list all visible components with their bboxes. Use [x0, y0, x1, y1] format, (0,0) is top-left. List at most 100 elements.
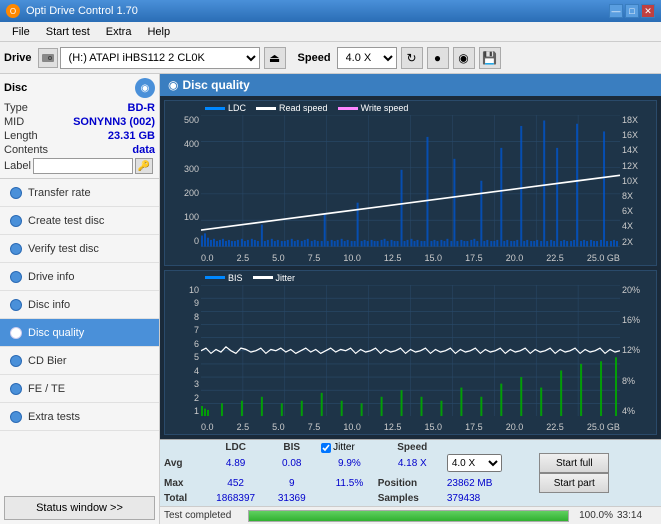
nav-disc-info[interactable]: Disc info: [0, 291, 159, 319]
mid-label: MID: [4, 116, 24, 128]
max-row-label: Max: [164, 473, 203, 493]
contents-label: Contents: [4, 144, 48, 156]
samples-label: Samples: [378, 493, 447, 504]
eject-btn[interactable]: ⏏: [264, 47, 286, 69]
status-text: Test completed: [164, 510, 244, 521]
label-input[interactable]: [33, 158, 133, 174]
chart1-svg: [201, 115, 620, 247]
charts-area: LDC Read speed Write speed 5004003002001…: [160, 96, 661, 439]
nav-fe-te[interactable]: FE / TE: [0, 375, 159, 403]
length-value: 23.31 GB: [108, 130, 155, 142]
start-part-btn[interactable]: Start part: [539, 473, 609, 493]
samples-val: 379438: [447, 493, 539, 504]
window-controls: — □ ✕: [609, 4, 655, 18]
progress-fill: [249, 511, 568, 521]
chart1-y-left: 5004003002001000: [165, 115, 201, 247]
chart-ldc: LDC Read speed Write speed 5004003002001…: [164, 100, 657, 266]
speed-select[interactable]: 4.0 X: [337, 47, 397, 69]
read-speed-legend-label: Read speed: [279, 103, 328, 113]
type-label: Type: [4, 102, 28, 114]
jitter-check-label: Jitter: [333, 442, 355, 453]
progress-bar-container: Test completed 100.0% 33:14: [160, 506, 661, 524]
label-btn[interactable]: 🔑: [135, 158, 153, 174]
nav-drive-info[interactable]: Drive info: [0, 263, 159, 291]
app-icon: O: [6, 4, 20, 18]
close-btn[interactable]: ✕: [641, 4, 655, 18]
chart2-legend: BIS Jitter: [205, 273, 295, 283]
contents-value: data: [132, 144, 155, 156]
write-speed-legend-label: Write speed: [361, 103, 409, 113]
mid-value: SONYNN3 (002): [73, 116, 155, 128]
chart1-legend: LDC Read speed Write speed: [205, 103, 408, 113]
position-val: 23862 MB: [447, 473, 539, 493]
drive-select[interactable]: (H:) ATAPI iHBS112 2 CL0K: [60, 47, 260, 69]
menu-help[interactable]: Help: [139, 24, 178, 40]
menu-file[interactable]: File: [4, 24, 38, 40]
drive-icon: [38, 48, 58, 68]
disc-quality-icon: ◉: [168, 78, 178, 92]
menu-extra[interactable]: Extra: [98, 24, 140, 40]
content-area: ◉ Disc quality LDC Read speed: [160, 74, 661, 524]
app-title: Opti Drive Control 1.70: [26, 5, 138, 17]
disc-panel: Disc ◉ Type BD-R MID SONYNN3 (002) Lengt…: [0, 74, 159, 179]
write-speed-legend-color: [338, 107, 358, 110]
bis-legend-color: [205, 276, 225, 279]
chart2-y-left: 10987654321: [165, 285, 201, 417]
drive-label: Drive: [4, 52, 32, 64]
progress-track: [248, 510, 569, 522]
refresh-btn[interactable]: ↻: [401, 47, 423, 69]
content-header: ◉ Disc quality: [160, 74, 661, 96]
ldc-legend-label: LDC: [228, 103, 246, 113]
max-ldc: 452: [203, 473, 268, 493]
avg-ldc: 4.89: [203, 453, 268, 473]
avg-bis: 0.08: [268, 453, 315, 473]
disc-icon: ◉: [135, 78, 155, 98]
disc-title: Disc: [4, 82, 27, 94]
position-label: Position: [378, 473, 447, 493]
stats-bar: LDC BIS Jitter Speed Avg 4.89: [160, 439, 661, 506]
chart2-x-axis: 0.02.55.07.510.012.515.017.520.022.525.0…: [201, 422, 620, 432]
main-area: Disc ◉ Type BD-R MID SONYNN3 (002) Lengt…: [0, 74, 661, 524]
menu-start-test[interactable]: Start test: [38, 24, 98, 40]
avg-row-label: Avg: [164, 453, 203, 473]
nav-disc-quality[interactable]: Disc quality: [0, 319, 159, 347]
start-full-btn[interactable]: Start full: [539, 453, 609, 473]
minimize-btn[interactable]: —: [609, 4, 623, 18]
maximize-btn[interactable]: □: [625, 4, 639, 18]
burn-btn[interactable]: ●: [427, 47, 449, 69]
nav-verify-test-disc[interactable]: Verify test disc: [0, 235, 159, 263]
disc-btn[interactable]: ◉: [453, 47, 475, 69]
chart1-y-right: 18X16X14X12X10X8X6X4X2X: [620, 115, 656, 247]
jitter-legend-label: Jitter: [276, 273, 296, 283]
bis-legend-label: BIS: [228, 273, 243, 283]
nav-cd-bier[interactable]: CD Bier: [0, 347, 159, 375]
nav-items: Transfer rate Create test disc Verify te…: [0, 179, 159, 492]
jitter-checkbox[interactable]: [321, 443, 331, 453]
ldc-legend-color: [205, 107, 225, 110]
stats-table: LDC BIS Jitter Speed Avg 4.89: [164, 442, 657, 504]
speed-header-label: Speed: [378, 442, 447, 453]
bis-header: BIS: [268, 442, 315, 453]
save-btn[interactable]: 💾: [479, 47, 501, 69]
max-bis: 9: [268, 473, 315, 493]
titlebar: O Opti Drive Control 1.70 — □ ✕: [0, 0, 661, 22]
chart-bis: BIS Jitter 10987654321 20%16%12%8%4%: [164, 270, 657, 436]
speed-label: Speed: [298, 52, 331, 64]
jitter-legend-color: [253, 276, 273, 279]
chart2-y-right: 20%16%12%8%4%: [620, 285, 656, 417]
nav-transfer-rate[interactable]: Transfer rate: [0, 179, 159, 207]
length-label: Length: [4, 130, 38, 142]
chart2-svg: [201, 285, 620, 417]
nav-extra-tests[interactable]: Extra tests: [0, 403, 159, 431]
speed-select-stats[interactable]: 4.0 X: [447, 454, 502, 472]
ldc-header: LDC: [203, 442, 268, 453]
nav-create-test-disc[interactable]: Create test disc: [0, 207, 159, 235]
status-window-btn[interactable]: Status window >>: [4, 496, 155, 520]
label-label: Label: [4, 160, 31, 172]
speed-val: 4.18 X: [378, 453, 447, 473]
max-jitter: 11.5%: [321, 473, 378, 493]
read-speed-legend-color: [256, 107, 276, 110]
type-value: BD-R: [128, 102, 156, 114]
total-row-label: Total: [164, 493, 203, 504]
chart1-x-axis: 0.02.55.07.510.012.515.017.520.022.525.0…: [201, 253, 620, 263]
